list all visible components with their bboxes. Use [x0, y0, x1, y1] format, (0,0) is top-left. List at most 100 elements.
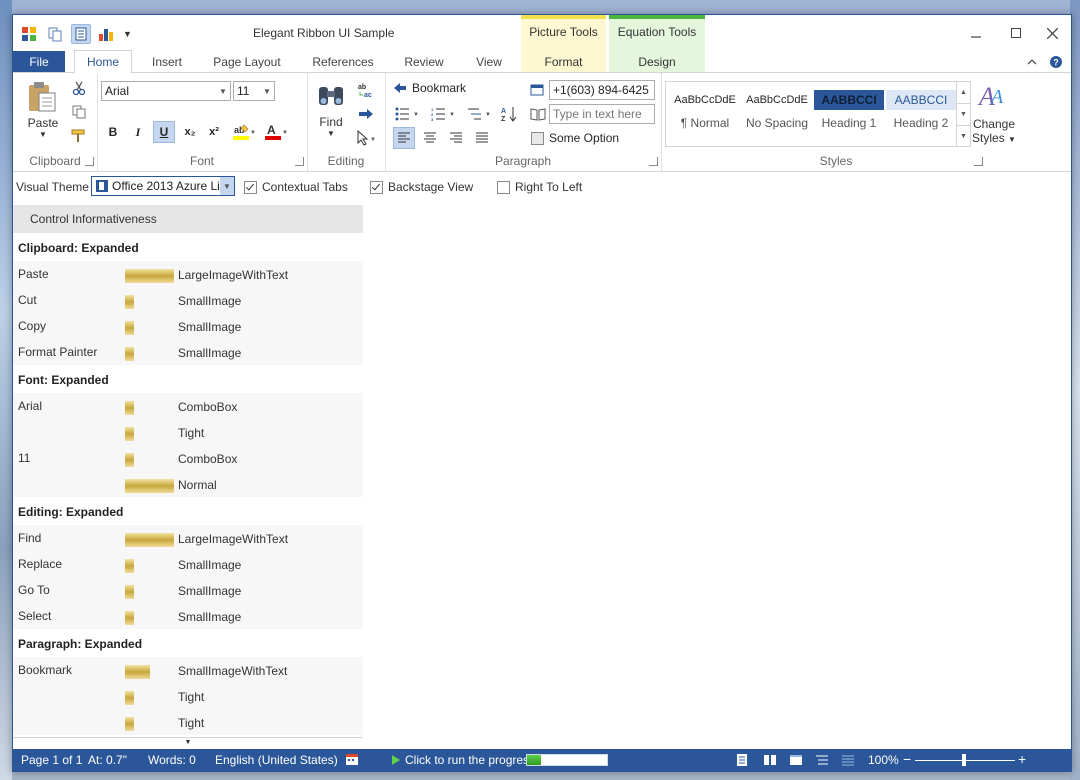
language-status[interactable]: English (United States)	[215, 753, 338, 767]
paragraph-launcher-icon[interactable]	[649, 157, 658, 166]
backstage-view-checkbox[interactable]: Backstage View	[370, 180, 473, 194]
list-item[interactable]: Bookmark SmallImageWithText	[13, 657, 363, 683]
justify-icon[interactable]	[471, 127, 493, 149]
tab-review[interactable]: Review	[397, 51, 451, 73]
informativeness-bar[interactable]	[125, 453, 134, 467]
list-item[interactable]: Normal	[13, 471, 363, 497]
minimize-button[interactable]	[961, 23, 991, 43]
visual-theme-combo[interactable]: Office 2013 Azure Light ▼	[91, 176, 235, 196]
replace-icon[interactable]: ab ac	[355, 79, 377, 101]
list-item[interactable]: Find LargeImageWithText	[13, 525, 363, 551]
list-item[interactable]: Paste LargeImageWithText	[13, 261, 363, 287]
progress-label[interactable]: Click to run the progress	[405, 753, 535, 767]
list-item[interactable]: Tight	[13, 683, 363, 709]
text-field[interactable]	[549, 104, 655, 124]
words-status[interactable]: Words: 0	[148, 753, 196, 767]
italic-button[interactable]: I	[127, 121, 149, 143]
draft-icon[interactable]	[841, 753, 855, 770]
font-color-icon[interactable]: A▼	[265, 121, 287, 143]
checkbox-box[interactable]	[497, 180, 510, 194]
format-painter-icon[interactable]	[68, 125, 90, 147]
right-to-left-checkbox[interactable]: Right To Left	[497, 180, 582, 194]
play-icon[interactable]	[391, 754, 401, 769]
zoom-in-icon[interactable]: +	[1018, 751, 1026, 767]
align-right-icon[interactable]	[445, 127, 467, 149]
style-no-spacing[interactable]: AaBbCcDdE No Spacing	[742, 86, 812, 142]
find-dropdown-icon[interactable]: ▼	[311, 129, 351, 138]
list-item[interactable]: Arial ComboBox	[13, 393, 363, 419]
list-item[interactable]: Tight	[13, 709, 363, 735]
position-status[interactable]: At: 0.7"	[88, 753, 127, 767]
clipboard-launcher-icon[interactable]	[85, 157, 94, 166]
gallery-up-icon[interactable]: ▲	[957, 82, 970, 104]
chart-icon[interactable]	[97, 24, 117, 44]
bold-button[interactable]: B	[102, 121, 124, 143]
phone-field[interactable]	[549, 80, 655, 100]
web-layout-icon[interactable]	[789, 753, 803, 770]
informativeness-bar[interactable]	[125, 691, 134, 705]
list-item[interactable]: Cut SmallImage	[13, 287, 363, 313]
tab-file[interactable]: File	[13, 51, 65, 73]
list-item[interactable]: Copy SmallImage	[13, 313, 363, 339]
list-item[interactable]: Format Painter SmallImage	[13, 339, 363, 365]
numbering-icon[interactable]: 1 2 3 ▼	[429, 103, 459, 125]
bookmark-button[interactable]: Bookmark	[393, 81, 466, 95]
cut-icon[interactable]	[68, 77, 90, 99]
paste-button[interactable]: Paste	[21, 116, 65, 130]
phone-input[interactable]	[550, 81, 654, 99]
list-item[interactable]: Select SmallImage	[13, 603, 363, 629]
align-center-icon[interactable]	[419, 127, 441, 149]
informativeness-bar[interactable]	[125, 427, 134, 441]
paste-dropdown-icon[interactable]: ▼	[21, 130, 65, 139]
list-item[interactable]: 11 ComboBox	[13, 445, 363, 471]
styles-launcher-icon[interactable]	[974, 157, 983, 166]
informativeness-bar[interactable]	[125, 717, 134, 731]
informativeness-bar[interactable]	[125, 585, 134, 599]
font-family-combo[interactable]: Arial ▼	[101, 81, 231, 101]
informativeness-bar[interactable]	[125, 665, 150, 679]
chevron-down-icon[interactable]: ▼	[216, 82, 230, 100]
go-to-icon[interactable]	[355, 103, 377, 125]
text-input[interactable]	[550, 105, 654, 123]
tab-page-layout[interactable]: Page Layout	[209, 51, 285, 73]
align-left-icon[interactable]	[393, 127, 415, 149]
contextual-tabs-checkbox[interactable]: Contextual Tabs	[244, 180, 348, 194]
zoom-slider-thumb[interactable]	[962, 754, 966, 766]
style-heading-2[interactable]: AABBCCI Heading 2	[886, 86, 956, 142]
print-layout-icon[interactable]	[735, 753, 749, 770]
tab-home[interactable]: Home	[74, 50, 132, 74]
tab-view[interactable]: View	[465, 51, 513, 73]
font-size-combo[interactable]: 11 ▼	[233, 81, 275, 101]
informativeness-bar[interactable]	[125, 269, 174, 283]
bullets-icon[interactable]: ▼	[393, 103, 423, 125]
list-item[interactable]: Replace SmallImage	[13, 551, 363, 577]
checkbox-box[interactable]	[531, 131, 544, 145]
find-button[interactable]: Find	[311, 115, 351, 129]
informativeness-bar[interactable]	[125, 479, 174, 493]
checkbox-box[interactable]	[370, 180, 383, 194]
informativeness-bar[interactable]	[125, 533, 174, 547]
informativeness-bar[interactable]	[125, 611, 134, 625]
outline-icon[interactable]	[815, 753, 829, 770]
checkbox-box[interactable]	[244, 180, 257, 194]
list-item[interactable]: Go To SmallImage	[13, 577, 363, 603]
change-styles-dropdown-icon[interactable]: ▼	[1008, 135, 1016, 144]
chevron-down-icon[interactable]: ▼	[260, 82, 274, 100]
select-icon[interactable]: ▼	[355, 127, 377, 149]
calendar-icon[interactable]	[345, 752, 359, 769]
maximize-button[interactable]	[1001, 23, 1031, 43]
highlight-icon[interactable]: ab▼	[233, 121, 255, 143]
style-heading-1[interactable]: AABBCCI Heading 1	[814, 86, 884, 142]
document-icon[interactable]	[71, 24, 91, 44]
list-item[interactable]: Tight	[13, 419, 363, 445]
informativeness-bar[interactable]	[125, 321, 134, 335]
collapse-ribbon-icon[interactable]	[1023, 53, 1041, 71]
panel-scroll-down-icon[interactable]: ▼	[13, 737, 363, 748]
app-icon[interactable]	[19, 24, 39, 44]
subscript-button[interactable]: x₂	[179, 121, 201, 143]
customize-qat-dropdown-icon[interactable]: ▼	[123, 29, 132, 39]
informativeness-bar[interactable]	[125, 401, 134, 415]
tab-insert[interactable]: Insert	[141, 51, 193, 73]
tab-references[interactable]: References	[306, 51, 380, 73]
font-launcher-icon[interactable]	[295, 157, 304, 166]
